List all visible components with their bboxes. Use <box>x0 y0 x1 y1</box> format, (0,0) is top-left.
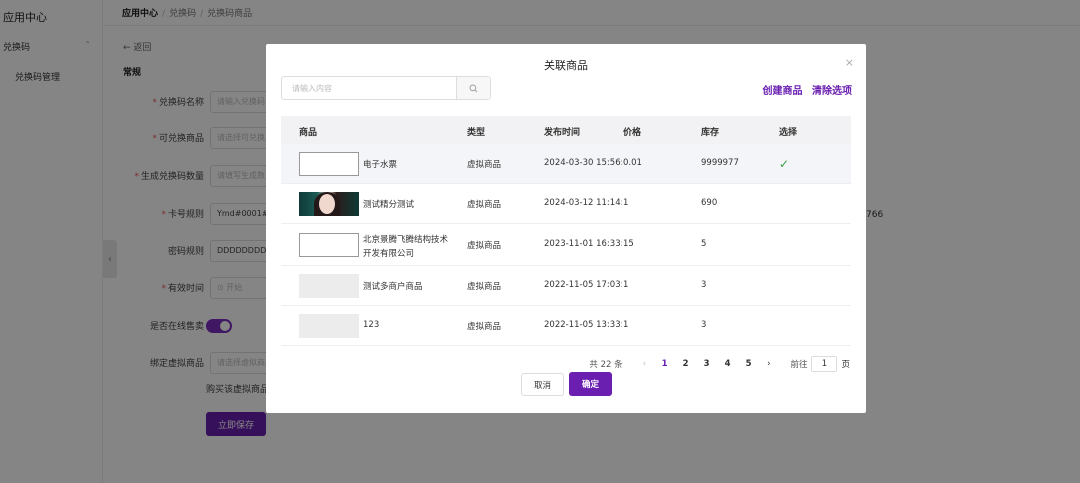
goods-type: 虚拟商品 <box>467 241 502 251</box>
total-count: 共 22 条 <box>589 360 623 370</box>
goods-stock: 690 <box>701 198 718 208</box>
goods-name: 123 <box>363 320 380 330</box>
goods-thumbnail <box>299 192 359 216</box>
dialog-title: 关联商品 <box>544 59 588 72</box>
goods-price: 1 <box>623 280 629 290</box>
goods-thumbnail <box>299 152 359 176</box>
table-row[interactable]: 电子水票 虚拟商品 2024-03-30 15:56:0 0.01 999997… <box>281 144 851 184</box>
goods-type: 虚拟商品 <box>467 200 502 210</box>
publish-time: 2022-11-05 17:03:0 <box>544 280 622 290</box>
cancel-button[interactable]: 取消 <box>521 373 564 396</box>
column-header-time: 发布时间 <box>544 128 581 138</box>
page-2[interactable]: 2 <box>675 359 696 369</box>
goods-type: 虚拟商品 <box>467 282 502 292</box>
goto-suffix: 页 <box>841 360 850 370</box>
goods-thumbnail <box>299 233 359 257</box>
goods-type: 虚拟商品 <box>467 322 502 332</box>
close-icon[interactable]: × <box>845 56 854 69</box>
goods-thumbnail <box>299 314 359 338</box>
page-1[interactable]: 1 <box>654 359 675 369</box>
goods-stock: 3 <box>701 280 707 290</box>
chevron-left-icon[interactable]: ‹ <box>643 359 646 369</box>
page-5[interactable]: 5 <box>738 359 759 369</box>
column-header-select: 选择 <box>779 128 798 138</box>
goods-name: 测试精分测试 <box>363 200 415 210</box>
search-icon <box>469 84 478 92</box>
goto-page-input[interactable]: 1 <box>811 356 838 372</box>
publish-time: 2022-11-05 13:33:1 <box>544 320 622 330</box>
column-header-type: 类型 <box>467 128 486 138</box>
table-row[interactable]: 测试多商户商品 虚拟商品 2022-11-05 17:03:0 1 3 <box>281 266 851 306</box>
goods-price: 1 <box>623 320 629 330</box>
clear-selection-link[interactable]: 清除选项 <box>812 86 852 97</box>
goto-label: 前往 <box>790 360 808 370</box>
page-4[interactable]: 4 <box>717 359 738 369</box>
goods-price: 0.01 <box>623 158 642 168</box>
table-row[interactable]: 123 虚拟商品 2022-11-05 13:33:1 1 3 <box>281 306 851 346</box>
table-header: 商品 类型 发布时间 价格 库存 选择 <box>281 116 851 144</box>
search-placeholder: 请输入内容 <box>292 84 332 93</box>
publish-time: 2024-03-12 11:14:0 <box>544 198 622 208</box>
goods-thumbnail <box>299 274 359 298</box>
check-icon[interactable]: ✓ <box>779 157 789 171</box>
goods-price: 1 <box>623 198 629 208</box>
confirm-button[interactable]: 确定 <box>569 372 612 396</box>
dialog-links: 创建商品 清除选项 <box>757 82 852 97</box>
page-3[interactable]: 3 <box>696 359 717 369</box>
goods-stock: 3 <box>701 320 707 330</box>
goods-price: 15 <box>623 239 634 249</box>
goods-name-line-1: 北京景腾飞腾结构技术 <box>363 235 449 245</box>
search-input[interactable]: 请输入内容 <box>281 76 491 100</box>
search-button[interactable] <box>456 77 490 99</box>
create-goods-link[interactable]: 创建商品 <box>763 86 803 97</box>
link-goods-dialog: 关联商品 × 请输入内容 创建商品 清除选项 商品 类型 发布时间 价格 库存 … <box>266 44 866 413</box>
pagination: 共 22 条 ‹ 1 2 3 4 5 › 前往 1 页 <box>589 356 850 372</box>
goods-name: 测试多商户商品 <box>363 282 423 292</box>
column-header-stock: 库存 <box>701 128 720 138</box>
publish-time: 2024-03-30 15:56:0 <box>544 158 622 168</box>
goods-name: 电子水票 <box>363 160 398 170</box>
column-header-goods: 商品 <box>299 128 318 138</box>
table-row[interactable]: 测试精分测试 虚拟商品 2024-03-12 11:14:0 1 690 <box>281 184 851 224</box>
goods-type: 虚拟商品 <box>467 160 502 170</box>
table-row[interactable]: 北京景腾飞腾结构技术 开发有限公司 虚拟商品 2023-11-01 16:33:… <box>281 224 851 266</box>
goods-stock: 9999977 <box>701 158 739 168</box>
column-header-price: 价格 <box>623 128 642 138</box>
goods-stock: 5 <box>701 239 707 249</box>
publish-time: 2023-11-01 16:33:1 <box>544 239 622 249</box>
goods-name-line-2: 开发有限公司 <box>363 249 415 259</box>
chevron-right-icon[interactable]: › <box>767 359 770 369</box>
